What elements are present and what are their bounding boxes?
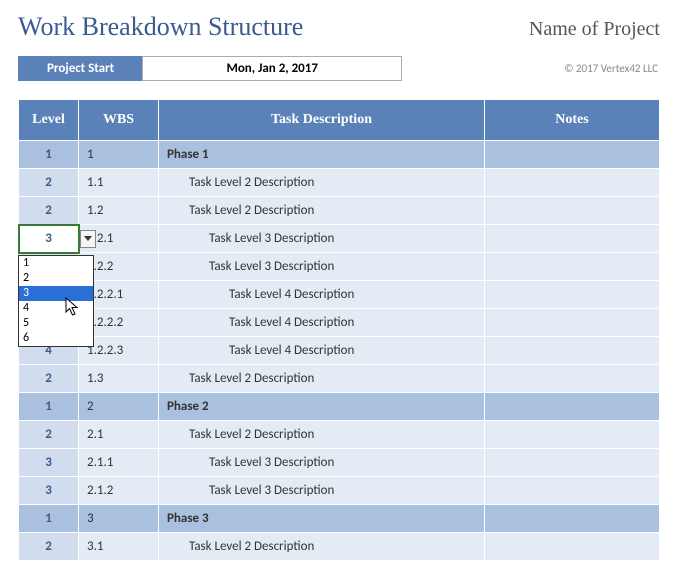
dropdown-option[interactable]: 2	[19, 271, 93, 286]
col-header-desc[interactable]: Task Description	[159, 100, 485, 141]
cell-desc[interactable]: Phase 2	[159, 393, 485, 421]
cell-desc[interactable]: Task Level 4 Description	[159, 281, 485, 309]
table-row: 23.1Task Level 2 Description	[19, 533, 660, 561]
cell-notes[interactable]	[485, 449, 660, 477]
cell-notes[interactable]	[485, 421, 660, 449]
col-header-level[interactable]: Level	[19, 100, 79, 141]
cell-notes[interactable]	[485, 281, 660, 309]
cell-notes[interactable]	[485, 141, 660, 169]
cell-desc[interactable]: Task Level 2 Description	[159, 197, 485, 225]
cell-desc[interactable]: Task Level 3 Description	[159, 225, 485, 253]
cell-desc[interactable]: Task Level 3 Description	[159, 253, 485, 281]
cell-desc[interactable]: Task Level 2 Description	[159, 365, 485, 393]
dropdown-option[interactable]: 5	[19, 316, 93, 331]
cell-level[interactable]: 2	[19, 533, 79, 561]
table-row: 21.2Task Level 2 Description	[19, 197, 660, 225]
cell-level[interactable]: 1	[19, 393, 79, 421]
cell-wbs[interactable]: 2.1	[79, 421, 159, 449]
cell-notes[interactable]	[485, 477, 660, 505]
dropdown-option[interactable]: 6	[19, 331, 93, 346]
cell-desc[interactable]: Task Level 3 Description	[159, 477, 485, 505]
dropdown-button[interactable]	[80, 230, 96, 248]
cell-wbs[interactable]: 2	[79, 393, 159, 421]
cell-desc[interactable]: Task Level 2 Description	[159, 169, 485, 197]
cell-notes[interactable]	[485, 225, 660, 253]
table-row: 21.1Task Level 2 Description	[19, 169, 660, 197]
table-row: 1.2.2Task Level 3 Description	[19, 253, 660, 281]
cell-notes[interactable]	[485, 169, 660, 197]
cell-wbs[interactable]: 1	[79, 141, 159, 169]
cell-desc[interactable]: Phase 1	[159, 141, 485, 169]
cell-level[interactable]: 1	[19, 505, 79, 533]
dropdown-option[interactable]: 3	[19, 286, 93, 301]
cell-notes[interactable]	[485, 337, 660, 365]
col-header-wbs[interactable]: WBS	[79, 100, 159, 141]
cell-notes[interactable]	[485, 393, 660, 421]
table-row: 13Phase 3	[19, 505, 660, 533]
table-row: 1.2.2.2Task Level 4 Description	[19, 309, 660, 337]
table-row: 12Phase 2	[19, 393, 660, 421]
cell-desc[interactable]: Phase 3	[159, 505, 485, 533]
cell-level[interactable]: 2	[19, 421, 79, 449]
table-row: 32.1.1Task Level 3 Description	[19, 449, 660, 477]
cell-notes[interactable]	[485, 533, 660, 561]
col-header-notes[interactable]: Notes	[485, 100, 660, 141]
cell-wbs[interactable]: 2.1.2	[79, 477, 159, 505]
cell-wbs[interactable]: 1.2	[79, 197, 159, 225]
cell-level[interactable]: 2	[19, 365, 79, 393]
cell-notes[interactable]	[485, 365, 660, 393]
table-row: 21.3Task Level 2 Description	[19, 365, 660, 393]
cell-notes[interactable]	[485, 253, 660, 281]
cell-desc[interactable]: Task Level 2 Description	[159, 421, 485, 449]
table-row: 22.1Task Level 2 Description	[19, 421, 660, 449]
page-title: Work Breakdown Structure	[18, 12, 303, 42]
project-start-value[interactable]: Mon, Jan 2, 2017	[142, 56, 402, 81]
cell-wbs[interactable]: 3	[79, 505, 159, 533]
project-start-label: Project Start	[18, 56, 143, 81]
cell-notes[interactable]	[485, 309, 660, 337]
cell-level[interactable]: 3	[19, 449, 79, 477]
cell-notes[interactable]	[485, 197, 660, 225]
cell-level[interactable]: 3	[19, 477, 79, 505]
cell-wbs[interactable]: 1.3	[79, 365, 159, 393]
dropdown-option[interactable]: 4	[19, 301, 93, 316]
cell-wbs[interactable]: 3.1	[79, 533, 159, 561]
cell-desc[interactable]: Task Level 2 Description	[159, 533, 485, 561]
table-row: 41.2.2.3Task Level 4 Description	[19, 337, 660, 365]
cell-level[interactable]: 3	[19, 225, 79, 253]
table-row: 1.2.2.1Task Level 4 Description	[19, 281, 660, 309]
cell-wbs[interactable]: 1.1	[79, 169, 159, 197]
project-name: Name of Project	[529, 18, 660, 41]
cell-desc[interactable]: Task Level 4 Description	[159, 337, 485, 365]
cell-desc[interactable]: Task Level 4 Description	[159, 309, 485, 337]
table-row: 11Phase 1	[19, 141, 660, 169]
cell-wbs[interactable]: 2.1.1	[79, 449, 159, 477]
table-row: 31.2.1Task Level 3 Description	[19, 225, 660, 253]
cell-level[interactable]: 2	[19, 197, 79, 225]
wbs-table: Level WBS Task Description Notes 11Phase…	[18, 99, 660, 561]
cell-level[interactable]: 2	[19, 169, 79, 197]
table-row: 32.1.2Task Level 3 Description	[19, 477, 660, 505]
cell-desc[interactable]: Task Level 3 Description	[159, 449, 485, 477]
dropdown-option[interactable]: 1	[19, 256, 93, 271]
cell-level[interactable]: 1	[19, 141, 79, 169]
cell-notes[interactable]	[485, 505, 660, 533]
copyright-text: © 2017 Vertex42 LLC	[564, 62, 660, 75]
level-dropdown-list[interactable]: 123456	[18, 255, 94, 347]
